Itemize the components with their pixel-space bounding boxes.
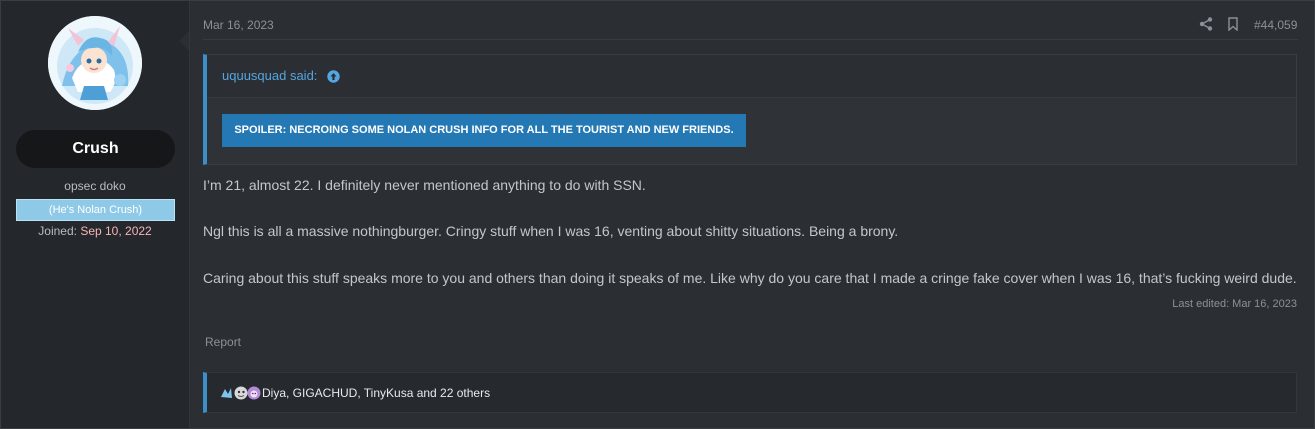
avatar-illustration [48,16,142,110]
user-banner: (He's Nolan Crush) [16,199,175,221]
spoiler-button[interactable]: SPOILER: NECROING SOME NOLAN CRUSH INFO … [222,114,746,147]
reaction-users-link[interactable]: Diya, GIGACHUD, TinyKusa and 22 others [262,386,490,400]
post-paragraph-2: Ngl this is all a massive nothingburger.… [203,223,899,239]
bookmark-icon[interactable] [1227,17,1239,32]
post-arrow [179,31,189,51]
quote-author-link[interactable]: uquusquad said: [222,68,317,83]
last-edited: Last edited: Mar 16, 2023 [1172,298,1297,310]
joined-info: Joined: Sep 10, 2022 [1,224,189,238]
post-date[interactable]: Mar 16, 2023 [203,18,274,32]
quote-header: uquusquad said: [207,55,1296,98]
joined-date: Sep 10, 2022 [80,224,152,238]
user-sidebar: Crush opsec doko (He's Nolan Crush) Join… [1,1,190,428]
user-avatar[interactable] [48,16,142,110]
reaction-emoji-icons[interactable] [219,385,263,401]
post-paragraph-1: I’m 21, almost 22. I definitely never me… [203,177,646,193]
joined-label: Joined: [38,224,77,238]
reactions-bar[interactable]: Diya, GIGACHUD, TinyKusa and 22 others [203,372,1297,413]
quote-block: uquusquad said: SPOILER: NECROING SOME N… [203,54,1297,165]
user-title: opsec doko [64,179,126,193]
post-number-link[interactable]: #44,059 [1254,18,1297,32]
report-link[interactable]: Report [205,335,241,349]
username[interactable]: Crush [16,130,175,168]
arrow-up-circle-icon[interactable] [327,70,340,83]
header-divider [203,39,1298,40]
share-icon[interactable] [1199,17,1213,31]
post-paragraph-3: Caring about this stuff speaks more to y… [203,270,1297,286]
post-container: Crush opsec doko (He's Nolan Crush) Join… [0,0,1315,429]
